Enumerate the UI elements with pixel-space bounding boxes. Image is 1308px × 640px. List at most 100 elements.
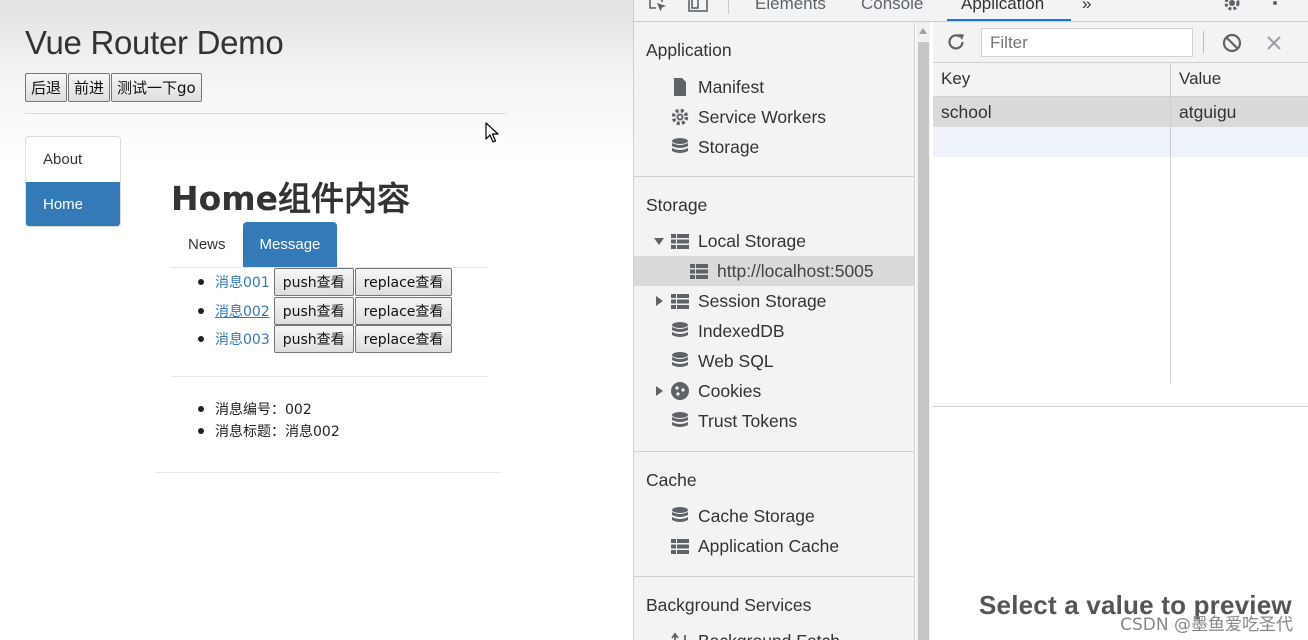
message-divider [171, 376, 488, 377]
bullet-icon [198, 307, 204, 314]
delete-selected-icon[interactable] [1263, 32, 1285, 54]
sidebar-item-local-storage-origin[interactable]: http://localhost:5005 [634, 256, 914, 286]
column-header-value[interactable]: Value [1179, 69, 1221, 89]
expanded-arrow-icon[interactable] [654, 236, 664, 246]
list-item: 消息002 push查看 replace查看 [198, 296, 453, 326]
back-button[interactable]: 后退 [25, 73, 68, 102]
column-header-key[interactable]: Key [941, 69, 970, 89]
push-view-button[interactable]: push查看 [273, 296, 354, 325]
bullet-icon [198, 279, 204, 286]
gear-icon[interactable] [1222, 0, 1242, 12]
sidebar-scrollbar-thumb[interactable] [918, 42, 929, 640]
grid-icon [671, 294, 689, 309]
sidebar-item-session-storage[interactable]: Session Storage [634, 286, 914, 316]
sidebar-item-label: Storage [698, 136, 760, 157]
table-row[interactable]: school atguigu [933, 97, 1308, 127]
sidebar-item-indexeddb[interactable]: IndexedDB [634, 316, 914, 346]
watermark: CSDN @墨鱼爱吃圣代 [1120, 615, 1293, 635]
sidebar-item-label: http://localhost:5005 [717, 260, 874, 281]
detail-divider [155, 472, 502, 473]
side-nav-home[interactable]: Home [26, 182, 120, 226]
clear-all-icon[interactable] [1221, 32, 1243, 54]
toolbar-divider [1203, 31, 1204, 53]
sidebar-item-label: Session Storage [698, 290, 827, 311]
tab-news[interactable]: News [171, 222, 243, 267]
sidebar-item-label: Background Fetch [698, 631, 840, 640]
sync-arrows-icon [671, 632, 686, 640]
sidebar-item-service-workers[interactable]: Service Workers [634, 102, 914, 132]
sidebar-item-application-cache[interactable]: Application Cache [634, 531, 914, 561]
tab-elements[interactable]: Elements [755, 0, 826, 14]
sidebar-item-websql[interactable]: Web SQL [634, 346, 914, 376]
history-nav-buttons: 后退 前进 测试一下go [25, 73, 203, 102]
more-tabs-button[interactable]: » [1082, 0, 1091, 14]
side-nav: About Home [25, 136, 121, 227]
bullet-icon [198, 406, 204, 412]
bullet-icon [198, 428, 204, 434]
sidebar-item-trust-tokens[interactable]: Trust Tokens [634, 406, 914, 436]
grid-icon [690, 264, 708, 279]
database-icon [672, 138, 688, 153]
push-view-button[interactable]: push查看 [273, 268, 354, 297]
tab-application[interactable]: Application [961, 0, 1044, 14]
sidebar-item-label: Trust Tokens [698, 410, 798, 431]
grid-icon [671, 539, 689, 554]
scroll-up-arrow-icon[interactable] [919, 28, 927, 34]
push-view-button[interactable]: push查看 [273, 325, 354, 354]
forward-button[interactable]: 前进 [68, 73, 111, 102]
devtools-toolbar: Elements Console Application » [634, 0, 1308, 22]
detail-title: 消息标题：消息002 [198, 420, 340, 442]
refresh-icon[interactable] [945, 31, 967, 53]
collapsed-arrow-icon[interactable] [654, 386, 664, 396]
sidebar-item-label: Manifest [698, 76, 765, 97]
sidebar-item-label: Service Workers [698, 106, 827, 127]
table-header: Key Value [933, 63, 1308, 97]
device-toolbar-icon[interactable] [688, 0, 708, 12]
sidebar-item-label: Local Storage [698, 230, 806, 251]
message-link[interactable]: 消息003 [215, 329, 270, 349]
sidebar-item-manifest[interactable]: Manifest [634, 72, 914, 102]
sidebar-item-storage[interactable]: Storage [634, 132, 914, 162]
storage-view: Key Value school atguigu Select a value … [933, 22, 1308, 640]
inspect-element-icon[interactable] [648, 0, 668, 12]
filter-input[interactable] [981, 28, 1193, 57]
sidebar-item-label: IndexedDB [698, 320, 785, 341]
gear-icon [671, 108, 689, 126]
database-icon [672, 507, 688, 522]
sidebar-item-cache-storage[interactable]: Cache Storage [634, 501, 914, 531]
replace-view-button[interactable]: replace查看 [354, 296, 453, 325]
list-item: 消息001 push查看 replace查看 [198, 268, 453, 297]
sidebar-item-local-storage[interactable]: Local Storage [634, 226, 914, 256]
database-icon [672, 322, 688, 337]
sidebar-item-background-fetch[interactable]: Background Fetch [634, 626, 914, 640]
tab-console[interactable]: Console [861, 0, 923, 14]
go-test-button[interactable]: 测试一下go [111, 73, 202, 102]
document-icon [674, 78, 686, 96]
detail-title-text: 消息标题：消息002 [215, 424, 340, 440]
replace-view-button[interactable]: replace查看 [354, 268, 453, 297]
collapsed-arrow-icon[interactable] [654, 296, 664, 306]
message-link[interactable]: 消息002 [215, 301, 270, 321]
database-icon [672, 352, 688, 367]
column-divider[interactable] [1170, 63, 1171, 383]
sidebar-item-cookies[interactable]: Cookies [634, 376, 914, 406]
message-detail: 消息编号：002 消息标题：消息002 [198, 398, 340, 442]
table-row-empty[interactable] [933, 127, 1308, 157]
more-options-icon[interactable] [1265, 0, 1285, 12]
application-section-title: Application [646, 40, 732, 60]
side-nav-about[interactable]: About [26, 137, 120, 182]
page-title: Vue Router Demo [25, 24, 284, 61]
grid-icon [671, 234, 689, 249]
toolbar-divider [728, 0, 729, 14]
application-sidebar: Application Manifest Service Workers Sto… [634, 22, 915, 640]
tab-message[interactable]: Message [242, 222, 338, 267]
replace-view-button[interactable]: replace查看 [354, 325, 453, 354]
database-icon [672, 412, 688, 427]
storage-toolbar [933, 22, 1308, 63]
background-services-section-title: Background Services [646, 595, 812, 615]
message-link[interactable]: 消息001 [215, 272, 270, 292]
row-key[interactable]: school [941, 102, 992, 123]
sidebar-item-label: Application Cache [698, 535, 840, 556]
cookie-icon [671, 382, 689, 400]
row-value[interactable]: atguigu [1179, 102, 1236, 123]
